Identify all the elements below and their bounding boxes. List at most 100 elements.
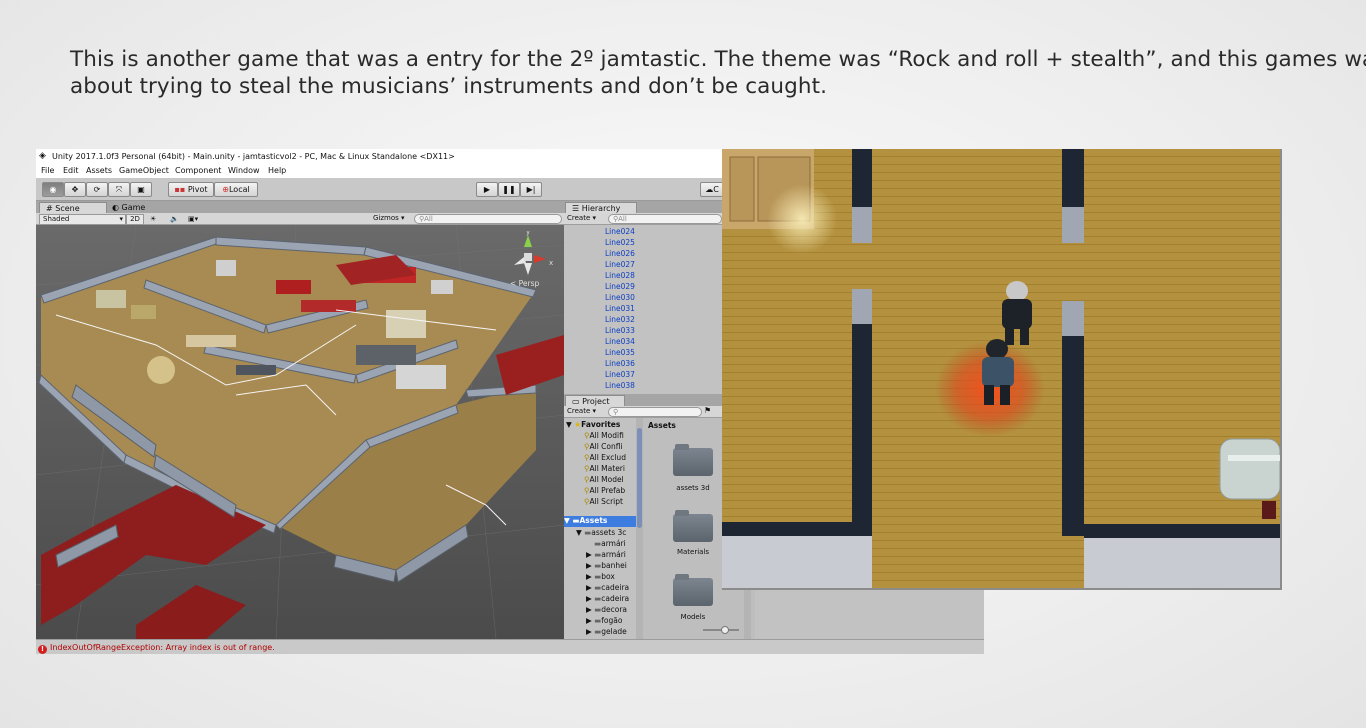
list-item[interactable]: Line038 (605, 381, 635, 390)
favorite-item[interactable]: ⚲All Model (584, 475, 624, 484)
menu-assets[interactable]: Assets (86, 164, 112, 178)
collab-button[interactable]: ☁C (700, 182, 724, 197)
expand-arrow-icon: ▶ (586, 616, 592, 625)
tree-folder[interactable]: ▶ ▬box (586, 572, 615, 581)
rect-tool-button[interactable]: ▣ (130, 182, 152, 197)
menu-component[interactable]: Component (175, 164, 221, 178)
local-button[interactable]: ⊕Local (214, 182, 258, 197)
asset-folder-label[interactable]: assets 3d (663, 484, 723, 492)
folder-icon[interactable] (673, 510, 713, 542)
list-item[interactable]: Line037 (605, 370, 635, 379)
folder-icon: ▬ (572, 516, 580, 525)
tree-scrollbar[interactable] (636, 418, 643, 639)
move-tool-button[interactable]: ✥ (64, 182, 86, 197)
scene-tab-strip: # Scene ◐ Game (36, 201, 564, 214)
favorite-item[interactable]: ⚲All Confli (584, 442, 623, 451)
list-item[interactable]: Line027 (605, 260, 635, 269)
assets-root-item[interactable]: ▼ ▬Assets (564, 516, 636, 527)
tree-folder-label: cadeira (601, 594, 630, 603)
project-search-input[interactable]: ⚲ (608, 407, 702, 417)
list-item[interactable]: Line036 (605, 359, 635, 368)
tab-game[interactable]: ◐ Game (106, 202, 151, 213)
tree-folder-label: armári (601, 539, 626, 548)
list-item[interactable]: Line030 (605, 293, 635, 302)
favorite-item-label: All Materi (589, 464, 625, 473)
pivot-icon: ▪▪ (174, 185, 186, 194)
unity-logo-icon: ◈ (39, 151, 46, 161)
folder-icon[interactable] (673, 444, 713, 476)
tree-folder[interactable]: ▶ ▬decora (586, 605, 627, 614)
hierarchy-tab-icon: ☰ (572, 204, 580, 213)
menu-file[interactable]: File (41, 164, 54, 178)
expand-arrow-icon: ▶ (586, 627, 592, 636)
tree-folder[interactable]: ▶ ▬armári (586, 550, 626, 559)
asset-folder-label[interactable]: Models (663, 613, 723, 621)
tree-folder-label: cadeira (601, 583, 630, 592)
favorite-item[interactable]: ⚲All Exclud (584, 453, 626, 462)
menu-gameobject[interactable]: GameObject (119, 164, 169, 178)
scale-tool-button[interactable]: ⤧ (108, 182, 130, 197)
projection-label[interactable]: < Persp (510, 279, 539, 288)
tree-folder[interactable]: ▬armári (594, 539, 626, 548)
filter-icon[interactable]: ⚑ (704, 406, 711, 415)
list-item[interactable]: Line029 (605, 282, 635, 291)
orientation-gizmo[interactable]: y x < Persp (502, 228, 558, 291)
list-item[interactable]: Line024 (605, 227, 635, 236)
slider-thumb[interactable] (721, 626, 729, 634)
rotate-tool-button[interactable]: ⟳ (86, 182, 108, 197)
icon-size-slider[interactable] (703, 626, 739, 634)
asset-folder-label[interactable]: Materials (663, 548, 723, 556)
favorites-header[interactable]: ▼ ★Favorites (566, 420, 620, 429)
menu-help[interactable]: Help (268, 164, 286, 178)
menu-edit[interactable]: Edit (63, 164, 79, 178)
tree-folder[interactable]: ▶ ▬banhei (586, 561, 627, 570)
game-view-screenshot (722, 149, 1282, 590)
step-button[interactable]: ▶| (520, 182, 542, 197)
list-item[interactable]: Line032 (605, 315, 635, 324)
scrollbar-thumb[interactable] (637, 428, 642, 528)
axis-gizmo-icon: y x (514, 228, 553, 275)
favorite-item[interactable]: ⚲All Materi (584, 464, 625, 473)
list-item[interactable]: Line031 (605, 304, 635, 313)
shading-mode-dropdown[interactable]: Shaded ▾ (39, 214, 126, 225)
tree-folder[interactable]: ▶ ▬gelade (586, 627, 627, 636)
list-item[interactable]: Line034 (605, 337, 635, 346)
effects-icon[interactable]: ▣▾ (188, 214, 198, 225)
lighting-icon[interactable]: ☀ (150, 214, 156, 225)
list-item[interactable]: Line028 (605, 271, 635, 280)
favorite-item[interactable]: ⚲All Prefab (584, 486, 625, 495)
pause-button[interactable]: ❚❚ (498, 182, 520, 197)
toggle-2d-button[interactable]: 2D (126, 214, 144, 225)
list-item[interactable]: Line026 (605, 249, 635, 258)
scene-tab-icon: # (46, 204, 53, 213)
audio-icon[interactable]: 🔈 (170, 214, 179, 225)
scene-search-input[interactable]: ⚲All (414, 214, 562, 224)
svg-text:x: x (549, 259, 553, 267)
tree-folder[interactable]: ▶ ▬fogão (586, 616, 622, 625)
hand-tool-button[interactable]: ◉ (42, 182, 64, 197)
list-item[interactable]: Line035 (605, 348, 635, 357)
gizmos-dropdown[interactable]: Gizmos ▾ (373, 213, 405, 224)
tree-folder[interactable]: ▶ ▬cadeira (586, 594, 629, 603)
project-create-button[interactable]: Create ▾ (567, 406, 596, 417)
menu-window[interactable]: Window (228, 164, 260, 178)
expand-arrow-icon: ▼ (564, 516, 570, 525)
play-button[interactable]: ▶ (476, 182, 498, 197)
tree-folder-label: fogão (601, 616, 623, 625)
folder-icon[interactable] (673, 574, 713, 606)
list-item[interactable]: Line025 (605, 238, 635, 247)
expand-arrow-icon: ▶ (586, 594, 592, 603)
favorite-item[interactable]: ⚲All Script (584, 497, 623, 506)
hierarchy-list: Line024 Line025 Line026 Line027 Line028 … (564, 225, 724, 393)
caption-line-1: This is another game that was a entry fo… (70, 47, 1366, 72)
hierarchy-search-input[interactable]: ⚲All (608, 214, 722, 224)
pivot-button[interactable]: ▪▪ Pivot (168, 182, 214, 197)
list-item[interactable]: Line033 (605, 326, 635, 335)
favorite-item[interactable]: ⚲All Modifi (584, 431, 624, 440)
move-icon: ✥ (71, 185, 79, 194)
tree-folder[interactable]: ▼ ▬assets 3c (576, 528, 626, 537)
tree-folder[interactable]: ▶ ▬cadeira (586, 583, 629, 592)
status-message[interactable]: IndexOutOfRangeException: Array index is… (50, 643, 275, 652)
scene-viewport[interactable]: y x < Persp (36, 225, 564, 639)
hierarchy-create-button[interactable]: Create ▾ (567, 213, 596, 224)
